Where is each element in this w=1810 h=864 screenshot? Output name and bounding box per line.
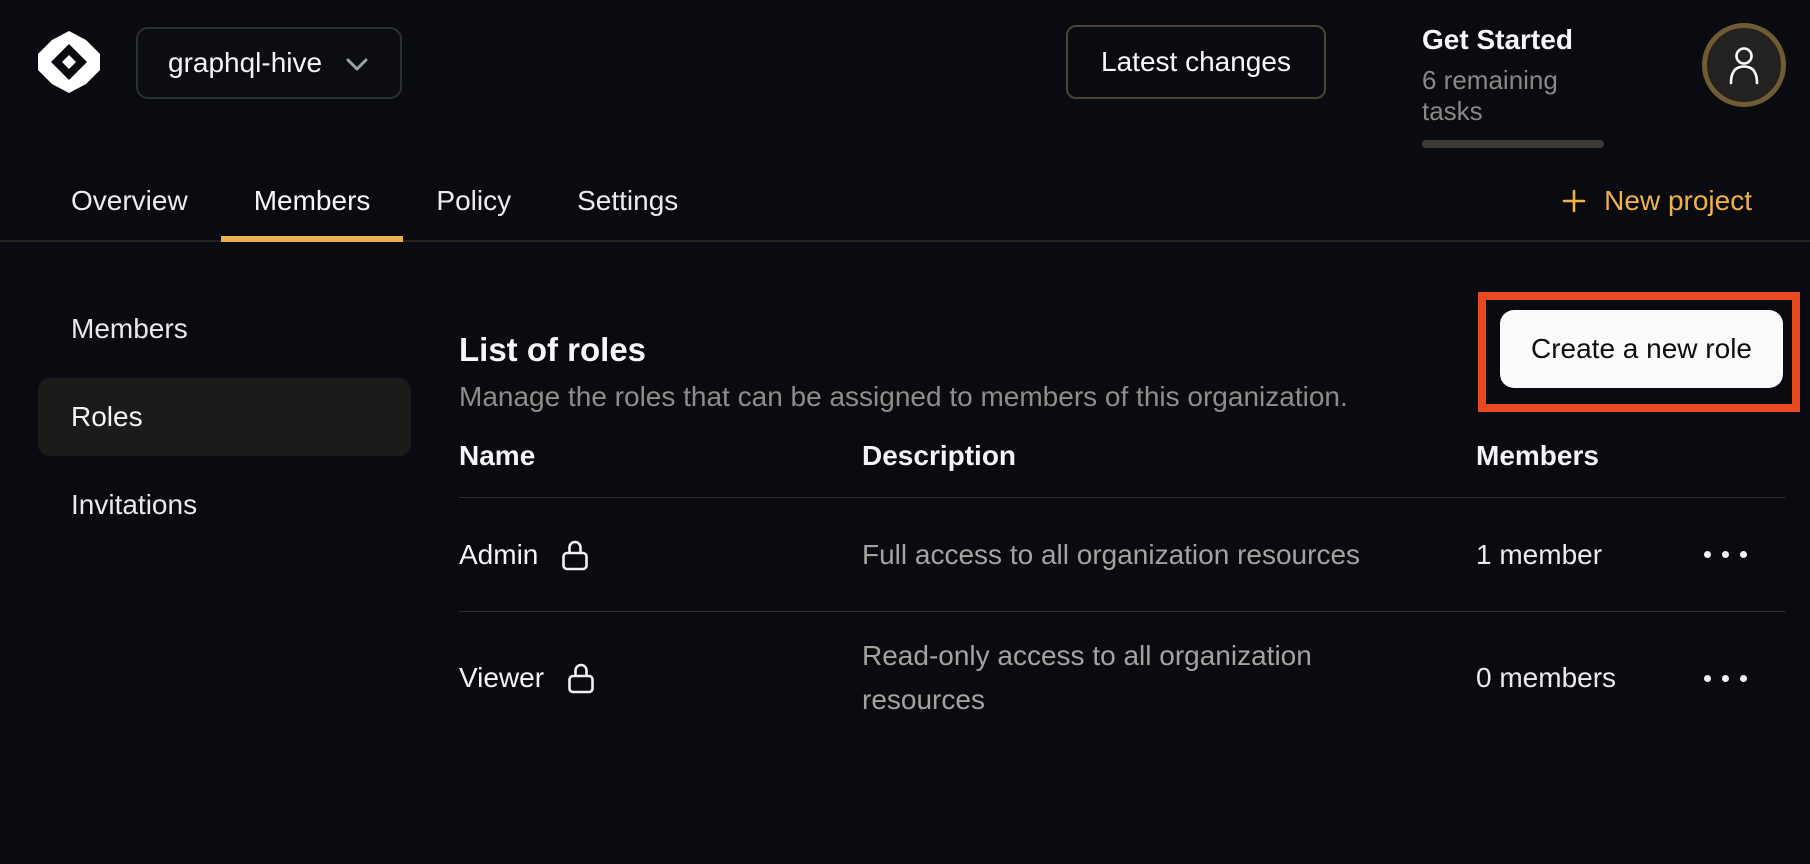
- sidebar-item-invitations[interactable]: Invitations: [38, 466, 411, 544]
- get-started-progress-bar: [1422, 140, 1604, 148]
- create-new-role-button[interactable]: Create a new role: [1500, 310, 1783, 388]
- role-name: Admin: [459, 539, 538, 571]
- user-icon: [1726, 45, 1762, 85]
- table-row: Viewer Read-only access to all organizat…: [459, 612, 1786, 744]
- members-sidebar: Members Roles Invitations: [38, 290, 411, 544]
- table-row: Admin Full access to all organization re…: [459, 498, 1786, 612]
- organization-name: graphql-hive: [168, 47, 322, 79]
- sidebar-item-roles[interactable]: Roles: [38, 378, 411, 456]
- lock-icon: [560, 538, 590, 572]
- role-name-cell: Admin: [459, 538, 862, 572]
- tab-overview[interactable]: Overview: [38, 162, 221, 240]
- role-description: Full access to all organization resource…: [862, 533, 1476, 577]
- hive-logo-icon[interactable]: [36, 29, 102, 95]
- new-project-button[interactable]: New project: [1560, 162, 1752, 240]
- row-menu-ellipsis-icon[interactable]: [1704, 541, 1768, 568]
- user-avatar[interactable]: [1702, 23, 1786, 107]
- tab-members[interactable]: Members: [221, 162, 404, 240]
- role-description: Read-only access to all organization res…: [862, 634, 1476, 722]
- column-header-members: Members: [1476, 440, 1704, 472]
- column-header-name: Name: [459, 440, 862, 472]
- org-tab-bar: Overview Members Policy Settings New pro…: [0, 162, 1810, 242]
- column-header-description: Description: [862, 440, 1476, 472]
- get-started-panel[interactable]: Get Started 6 remaining tasks: [1422, 24, 1604, 148]
- row-menu-ellipsis-icon[interactable]: [1704, 665, 1768, 692]
- table-header-row: Name Description Members: [459, 440, 1786, 498]
- get-started-remaining-tasks: 6 remaining tasks: [1422, 65, 1604, 127]
- tab-policy[interactable]: Policy: [403, 162, 544, 240]
- chevron-down-icon: [344, 56, 370, 74]
- organization-selector[interactable]: graphql-hive: [136, 27, 402, 99]
- new-project-label: New project: [1604, 185, 1752, 217]
- latest-changes-button[interactable]: Latest changes: [1066, 25, 1326, 99]
- org-tabs: Overview Members Policy Settings: [0, 162, 1810, 240]
- role-member-count: 0 members: [1476, 662, 1704, 694]
- role-member-count: 1 member: [1476, 539, 1704, 571]
- latest-changes-label: Latest changes: [1101, 46, 1291, 78]
- tab-settings[interactable]: Settings: [544, 162, 711, 240]
- sidebar-item-members[interactable]: Members: [38, 290, 411, 368]
- lock-icon: [566, 661, 596, 695]
- roles-table: Name Description Members Admin Full acce…: [459, 440, 1786, 744]
- app-header: graphql-hive Latest changes Get Started …: [0, 0, 1810, 162]
- role-name: Viewer: [459, 662, 544, 694]
- plus-icon: [1560, 187, 1588, 215]
- get-started-title: Get Started: [1422, 24, 1604, 56]
- role-name-cell: Viewer: [459, 661, 862, 695]
